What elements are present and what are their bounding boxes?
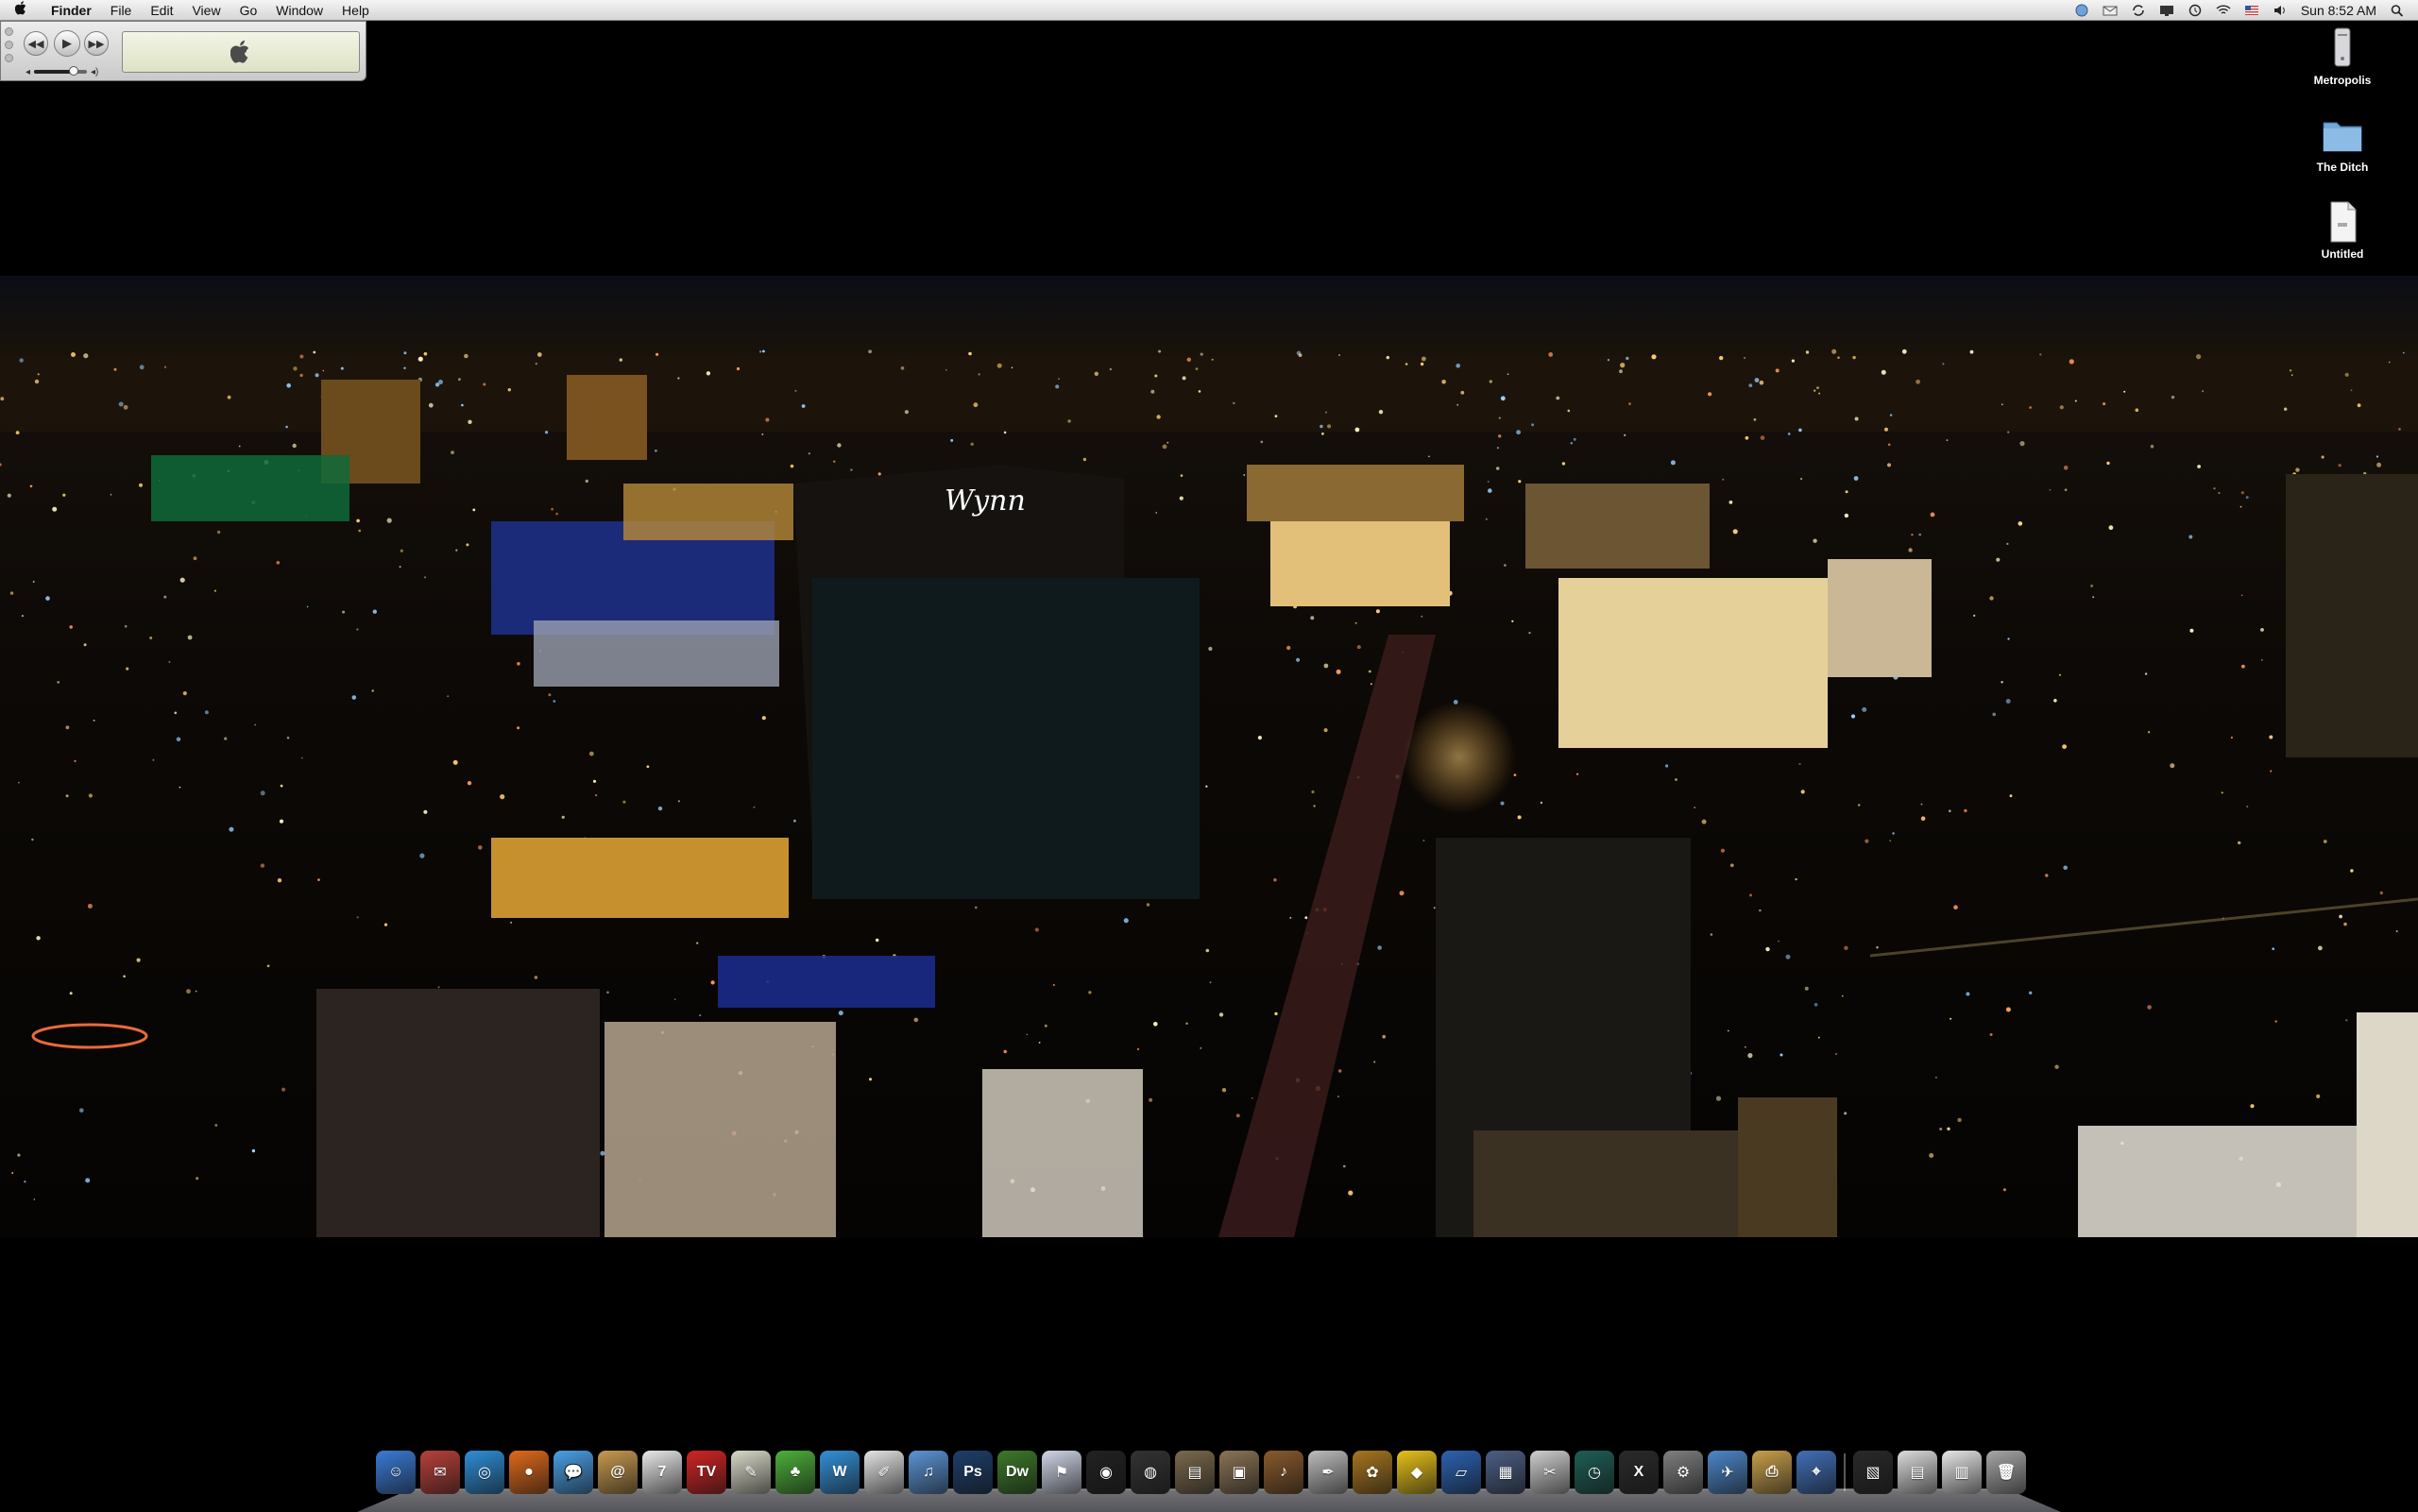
spotlight-icon[interactable] [2390,4,2405,17]
play-button[interactable]: ▶ [54,30,80,57]
screenshot-icon[interactable]: ⌖ [1796,1451,1836,1494]
close-button[interactable] [5,27,13,36]
spaces-icon[interactable]: ▦ [1486,1451,1525,1494]
dashcode-icon[interactable]: ♣ [775,1451,815,1494]
desktop-icon-label: Metropolis [2313,74,2372,87]
itunes-mini-player: ◀◀ ▶ ▶▶ ◂ ◂) [0,21,366,81]
svg-text:Wynn: Wynn [945,484,1026,518]
itunes-display[interactable] [122,31,360,73]
script-editor-icon[interactable]: ✂ [1530,1451,1570,1494]
mail-icon[interactable] [2103,4,2118,17]
safari-icon[interactable]: ◎ [465,1451,504,1494]
pineapple-icon[interactable]: ✿ [1353,1451,1392,1494]
color-sync-icon[interactable]: ◍ [1131,1451,1170,1494]
address-book-icon[interactable]: @ [598,1451,638,1494]
finder-icon[interactable]: ☺ [376,1451,416,1494]
keynote-icon[interactable]: ▱ [1441,1451,1481,1494]
menu-file[interactable]: File [101,3,142,18]
preview-icon[interactable]: ✎ [731,1451,771,1494]
desktop-icon-untitled[interactable]: Untitled [2286,200,2399,261]
itunes-icon[interactable]: ♫ [909,1451,948,1494]
menu-edit[interactable]: Edit [141,3,182,18]
hard-drive-icon [2320,26,2365,70]
apple-menu-icon[interactable] [0,1,42,19]
menu-clock[interactable]: Sun 8:52 AM [2301,3,2376,18]
desktop-icon-label: The Ditch [2316,161,2369,174]
network-utility-icon[interactable]: ✈ [1708,1451,1747,1494]
us-flag-icon[interactable] [2244,4,2259,17]
dock-separator [1841,1451,1848,1494]
trash-icon[interactable]: 🗑 [1986,1451,2026,1494]
next-track-button[interactable]: ▶▶ [84,31,109,56]
dreamweaver-icon[interactable]: Dw [997,1451,1037,1494]
folder-icon [2320,113,2365,157]
aperture-icon[interactable]: ◉ [1086,1451,1126,1494]
volume-icon[interactable] [2273,4,2288,17]
film-icon[interactable]: ▤ [1175,1451,1215,1494]
display-icon[interactable] [2159,4,2174,17]
city-night-image: Wynn [0,276,2418,1237]
apple-logo-icon [230,40,249,63]
ical-icon[interactable]: 7 [642,1451,682,1494]
photo-stack-icon[interactable]: ▧ [1853,1451,1893,1494]
minimize-button[interactable] [5,41,13,49]
tv-icon[interactable]: TV [687,1451,726,1494]
garageband-icon[interactable]: ♪ [1264,1451,1303,1494]
dock-items: ☺ ✉ ◎ ● 💬 @7 TV ✎ ♣ W ✐ ♫ Ps Dw ⚑ ◉ ◍ ▤ ▣ ♪ ✒ ✿ ◆ ▱ ▦ ✂ ◷ X ⚙ ✈ ⎙ ⌖ ▧ ▤ ▥ 🗑 [376,1451,2026,1504]
mail-stamp-icon[interactable]: ✉ [420,1451,460,1494]
zoom-button[interactable] [5,54,13,62]
window-controls [5,27,14,67]
iphoto-icon[interactable]: ▣ [1219,1451,1259,1494]
sync-icon[interactable] [2131,4,2146,17]
documents-stack-icon[interactable]: ▤ [1898,1451,1937,1494]
dock: ☺ ✉ ◎ ● 💬 @7 TV ✎ ♣ W ✐ ♫ Ps Dw ⚑ ◉ ◍ ▤ ▣ ♪ ✒ ✿ ◆ ▱ ▦ ✂ ◷ X ⚙ ✈ ⎙ ⌖ ▧ ▤ ▥ 🗑 [0,1447,2418,1512]
globe-icon[interactable] [2074,4,2089,17]
document-icon [2320,200,2365,244]
textedit-icon[interactable]: ✐ [864,1451,904,1494]
flag-app-icon[interactable]: ⚑ [1042,1451,1081,1494]
x11-icon[interactable]: X [1619,1451,1659,1494]
wifi-icon[interactable] [2216,4,2231,17]
system-preferences-icon[interactable]: ⚙ [1663,1451,1703,1494]
photoshop-icon[interactable]: Ps [953,1451,993,1494]
previous-track-button[interactable]: ◀◀ [24,31,48,56]
menu-window[interactable]: Window [266,3,332,18]
image-capture-icon[interactable]: ⎙ [1752,1451,1792,1494]
time-machine-icon[interactable]: ◷ [1575,1451,1614,1494]
volume-high-icon: ◂) [91,66,99,77]
desktop-icon-metropolis[interactable]: Metropolis [2286,26,2399,87]
menu-view[interactable]: View [182,3,230,18]
desktop-icon-label: Untitled [2321,247,2364,261]
wave-icon[interactable]: W [820,1451,860,1494]
firefox-icon[interactable]: ● [509,1451,549,1494]
desktop-icon-the-ditch[interactable]: The Ditch [2286,113,2399,174]
ichat-icon[interactable]: 💬 [553,1451,593,1494]
menu-go[interactable]: Go [230,3,267,18]
desktop-wallpaper: Wynn [0,276,2418,1237]
quill-icon[interactable]: ✒ [1308,1451,1348,1494]
downloads-stack-icon[interactable]: ▥ [1942,1451,1982,1494]
menu-help[interactable]: Help [332,3,379,18]
volume-slider[interactable]: ◂ ◂) [26,65,111,78]
menu-finder[interactable]: Finder [42,3,101,18]
time-machine-icon[interactable] [2188,4,2203,17]
adium-duck-icon[interactable]: ◆ [1397,1451,1437,1494]
volume-low-icon: ◂ [26,66,31,77]
menu-bar: Finder File Edit View Go Window Help Sun 8:52 … [0,0,2418,21]
